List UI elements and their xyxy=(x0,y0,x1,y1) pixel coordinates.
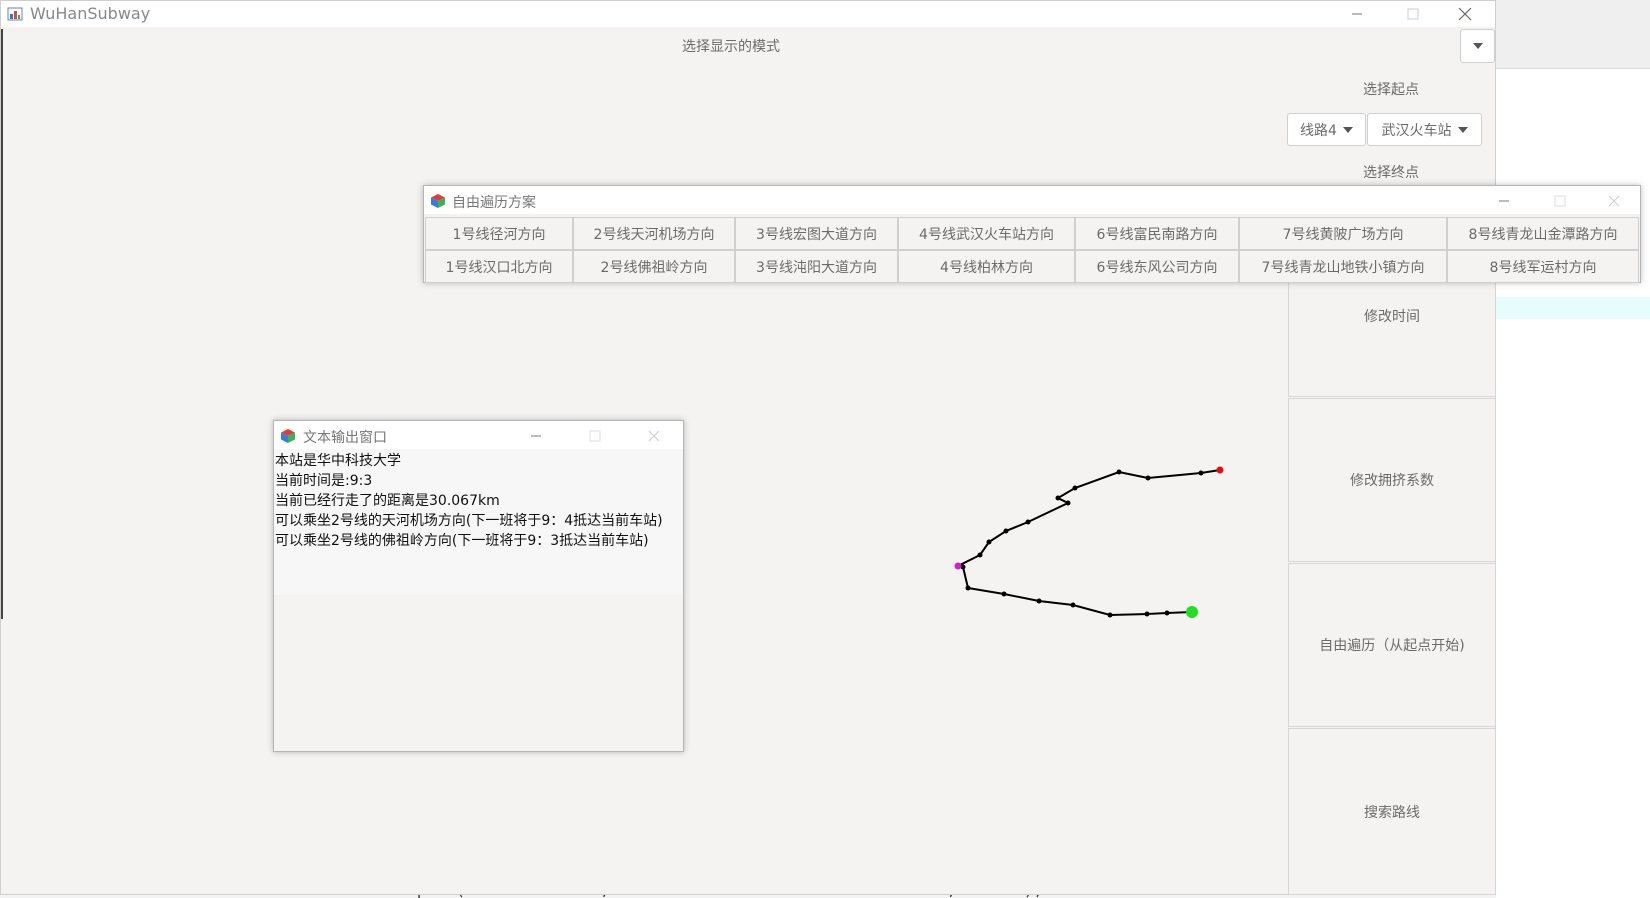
modify-crowd-button[interactable]: 修改拥挤系数 xyxy=(1288,398,1496,562)
chevron-down-icon xyxy=(1472,43,1483,49)
direction-button[interactable]: 1号线汉口北方向 xyxy=(425,250,573,283)
traverse-title: 自由遍历方案 xyxy=(452,195,536,211)
direction-button[interactable]: 6号线东风公司方向 xyxy=(1075,250,1239,283)
direction-button[interactable]: 1号线径河方向 xyxy=(425,217,573,250)
minimize-button[interactable] xyxy=(508,423,564,449)
output-line: 当前已经行走了的距离是30.067km xyxy=(275,493,500,509)
minimize-icon xyxy=(1499,200,1509,202)
output-title: 文本输出窗口 xyxy=(303,430,387,446)
editor-highlight-line xyxy=(1496,297,1650,319)
maximize-icon xyxy=(589,430,601,442)
search-route-button[interactable]: 搜索路线 xyxy=(1288,728,1496,895)
background-editor xyxy=(1496,0,1650,898)
maximize-icon xyxy=(1407,8,1419,20)
editor-toolbar xyxy=(1496,0,1650,69)
free-traverse-button[interactable]: 自由遍历（从起点开始) xyxy=(1288,563,1496,727)
maximize-button[interactable] xyxy=(1385,1,1441,27)
minimize-icon xyxy=(1352,13,1362,15)
direction-button[interactable]: 4号线武汉火车站方向 xyxy=(898,217,1075,250)
output-line: 本站是华中科技大学 xyxy=(275,453,401,469)
output-line: 当前时间是:9:3 xyxy=(275,473,373,489)
output-line: 可以乘坐2号线的佛祖岭方向(下一班将于9：3抵达当前车站) xyxy=(275,533,649,549)
direction-button[interactable]: 4号线柏林方向 xyxy=(898,250,1075,283)
close-icon xyxy=(648,430,660,442)
direction-button[interactable]: 3号线宏图大道方向 xyxy=(735,217,898,250)
start-label: 选择起点 xyxy=(1363,82,1419,98)
station-select-value: 武汉火车站 xyxy=(1381,122,1452,139)
direction-button[interactable]: 3号线沌阳大道方向 xyxy=(735,250,898,283)
modify-time-button[interactable]: 修改时间 xyxy=(1288,271,1496,397)
main-titlebar[interactable]: WuHanSubway xyxy=(1,1,1495,27)
mode-dropdown[interactable] xyxy=(1460,29,1495,63)
close-icon xyxy=(1608,195,1620,207)
station-select[interactable]: 武汉火车站 xyxy=(1367,113,1482,146)
cube-icon xyxy=(431,194,445,208)
traverse-window: 自由遍历方案 1号线径河方向 2号线天河机场方向 3号线宏图大道方向 4号线武汉… xyxy=(423,185,1641,283)
direction-button[interactable]: 8号线青龙山金潭路方向 xyxy=(1447,217,1639,250)
output-titlebar[interactable]: 文本输出窗口 xyxy=(274,421,683,449)
output-line: 可以乘坐2号线的天河机场方向(下一班将于9：4抵达当前车站) xyxy=(275,513,663,529)
direction-button[interactable]: 2号线佛祖岭方向 xyxy=(573,250,735,283)
direction-button[interactable]: 2号线天河机场方向 xyxy=(573,217,735,250)
route-path xyxy=(954,469,1221,617)
direction-button[interactable]: 7号线青龙山地铁小镇方向 xyxy=(1239,250,1447,283)
app-icon xyxy=(7,7,23,21)
minimize-button[interactable] xyxy=(1476,188,1532,214)
maximize-icon xyxy=(1554,195,1566,207)
main-window: WuHanSubway 选择显示的模式 选择起点 线路4 武汉火车站 选择终点 … xyxy=(0,0,1496,895)
traverse-titlebar[interactable]: 自由遍历方案 xyxy=(424,186,1640,214)
search-route-label: 搜索路线 xyxy=(1364,804,1420,821)
free-traverse-label: 自由遍历（从起点开始) xyxy=(1319,638,1465,654)
route-map xyxy=(954,466,1224,618)
modify-crowd-label: 修改拥挤系数 xyxy=(1350,473,1434,489)
route-transfer-marker xyxy=(954,562,962,570)
maximize-button[interactable] xyxy=(1532,188,1588,214)
close-icon xyxy=(1458,7,1472,21)
close-button[interactable] xyxy=(1586,188,1642,214)
window-shadow-edge xyxy=(1,29,3,619)
route-stations xyxy=(960,469,1204,618)
modify-time-label: 修改时间 xyxy=(1364,309,1420,325)
minimize-button[interactable] xyxy=(1329,1,1385,27)
line-select-value: 线路4 xyxy=(1300,122,1337,139)
chevron-down-icon xyxy=(1342,126,1353,133)
maximize-button[interactable] xyxy=(567,423,623,449)
window-title: WuHanSubway xyxy=(30,4,151,23)
route-start-marker xyxy=(1216,466,1224,474)
direction-button-grid: 1号线径河方向 2号线天河机场方向 3号线宏图大道方向 4号线武汉火车站方向 6… xyxy=(425,217,1639,283)
cube-icon xyxy=(281,429,295,443)
output-text-area[interactable]: 本站是华中科技大学 当前时间是:9:3 当前已经行走了的距离是30.067km … xyxy=(274,449,683,595)
mode-label: 选择显示的模式 xyxy=(682,39,780,55)
close-button[interactable] xyxy=(626,423,682,449)
direction-button[interactable]: 8号线军运村方向 xyxy=(1447,250,1639,283)
end-label: 选择终点 xyxy=(1363,165,1419,181)
route-end-marker xyxy=(1186,606,1198,618)
direction-button[interactable]: 7号线黄陂广场方向 xyxy=(1239,217,1447,250)
direction-button[interactable]: 6号线富民南路方向 xyxy=(1075,217,1239,250)
chevron-down-icon xyxy=(1457,126,1468,133)
output-window: 文本输出窗口 本站是华中科技大学 当前时间是:9:3 当前已经行走了的距离是30… xyxy=(273,420,684,752)
close-button[interactable] xyxy=(1437,1,1493,27)
minimize-icon xyxy=(531,435,541,437)
line-select[interactable]: 线路4 xyxy=(1287,113,1366,146)
